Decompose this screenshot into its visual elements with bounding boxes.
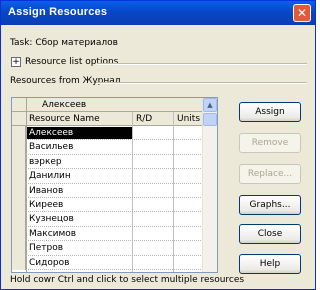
row-separator xyxy=(26,182,205,184)
table-row[interactable]: вэркер xyxy=(27,156,132,168)
column-header-units[interactable]: Units xyxy=(177,114,200,124)
table-row[interactable]: Киреев xyxy=(27,199,132,211)
replace-button-label: Replace... xyxy=(247,169,293,179)
resource-grid[interactable]: Алексеев Resource Name R/D Units Алексее… xyxy=(11,97,218,273)
close-window-button[interactable]: ✕ xyxy=(293,4,311,22)
footer-hint: Hold cowr Ctrl and click to select multi… xyxy=(10,275,245,285)
remove-button[interactable]: Remove xyxy=(239,133,301,153)
column-divider-1 xyxy=(132,112,133,272)
assign-button-label: Assign xyxy=(255,107,285,117)
column-header-resource-name[interactable]: Resource Name xyxy=(29,114,100,124)
table-row[interactable]: Иванов xyxy=(27,185,132,197)
scroll-up-button[interactable]: ▲ xyxy=(203,98,217,112)
row-separator xyxy=(26,240,205,242)
resource-list-options-label[interactable]: Resource list options xyxy=(25,57,118,67)
close-button[interactable]: Close xyxy=(239,224,301,244)
scroll-thumb[interactable] xyxy=(203,113,217,126)
plus-icon: + xyxy=(12,57,20,67)
row-separator xyxy=(26,197,205,198)
task-label: Task: Сбор материалов xyxy=(10,38,118,48)
row-separator xyxy=(26,269,205,270)
assign-resources-dialog: Assign Resources ✕ Task: Сбор материалов… xyxy=(0,0,316,290)
resources-from-label: Resources from Журнал xyxy=(10,76,121,86)
resources-from-divider xyxy=(96,82,307,84)
help-button[interactable]: Help xyxy=(239,254,301,274)
row-separator xyxy=(26,254,205,256)
grid-edit-bar: Алексеев xyxy=(12,98,205,112)
row-separator xyxy=(26,211,205,213)
table-row[interactable]: Кузнецов xyxy=(27,213,132,225)
row-separator xyxy=(26,153,205,155)
table-row[interactable]: Васильев xyxy=(27,141,132,153)
row-header[interactable] xyxy=(12,154,26,170)
help-button-label: Help xyxy=(259,259,281,269)
resource-list-options-expander[interactable]: + xyxy=(11,57,21,67)
replace-button[interactable]: Replace... xyxy=(239,164,301,184)
assign-button[interactable]: Assign xyxy=(239,102,301,122)
options-divider xyxy=(97,63,307,65)
row-header[interactable] xyxy=(12,198,26,213)
close-button-label: Close xyxy=(257,229,283,239)
column-divider-2 xyxy=(173,112,174,272)
grid-scrollbar[interactable]: ▲ xyxy=(202,98,217,272)
title-bar[interactable]: Assign Resources ✕ xyxy=(1,1,315,25)
row-header[interactable] xyxy=(12,169,26,184)
table-row[interactable]: Алексеев xyxy=(27,127,132,140)
row-header[interactable] xyxy=(12,226,26,242)
table-row[interactable]: Сидоров xyxy=(27,257,132,269)
row-header[interactable] xyxy=(12,241,26,256)
row-header[interactable] xyxy=(12,255,26,270)
window-title: Assign Resources xyxy=(8,6,108,18)
table-row[interactable]: Максимов xyxy=(27,228,132,240)
graphs-button-label: Graphs... xyxy=(249,200,291,210)
row-separator xyxy=(26,168,205,170)
row-header[interactable] xyxy=(12,183,26,198)
table-row[interactable]: Петров xyxy=(27,242,132,254)
remove-button-label: Remove xyxy=(251,138,289,148)
row-header[interactable] xyxy=(12,140,26,155)
grid-edit-field[interactable]: Алексеев xyxy=(42,100,86,110)
grid-column-header: Resource Name R/D Units xyxy=(12,112,205,126)
row-separator xyxy=(26,225,205,227)
row-header[interactable] xyxy=(12,126,26,141)
row-header[interactable] xyxy=(12,212,26,227)
table-row[interactable]: Данилин xyxy=(27,170,132,182)
column-header-rd[interactable]: R/D xyxy=(136,114,152,124)
graphs-button[interactable]: Graphs... xyxy=(239,195,301,215)
row-separator xyxy=(26,139,205,141)
edit-bar-divider xyxy=(26,98,27,112)
close-icon: ✕ xyxy=(296,6,308,20)
